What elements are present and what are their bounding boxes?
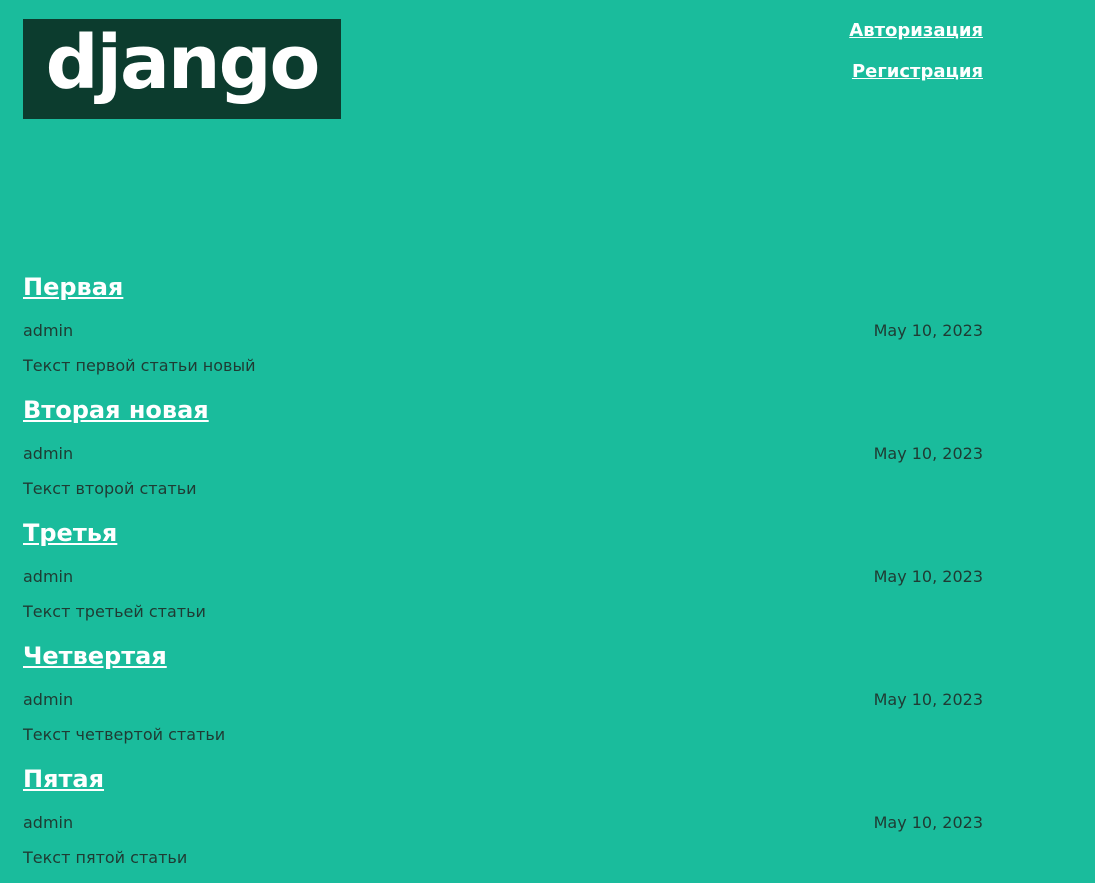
post-title-link[interactable]: Первая (23, 268, 123, 306)
post-date: May 10, 2023 (873, 813, 983, 832)
post-author: admin (23, 813, 74, 832)
post-item: Третья admin May 10, 2023 Текст третьей … (23, 514, 983, 637)
post-title-link[interactable]: Вторая новая (23, 391, 209, 429)
post-text: Текст второй статьи (23, 479, 197, 498)
post-author: admin (23, 690, 74, 709)
post-title-link[interactable]: Четвертая (23, 637, 167, 675)
post-meta: admin May 10, 2023 (23, 689, 983, 711)
post-text: Текст первой статьи новый (23, 356, 256, 375)
post-date: May 10, 2023 (873, 444, 983, 463)
post-list: Первая admin May 10, 2023 Текст первой с… (23, 268, 983, 883)
post-title-link[interactable]: Третья (23, 514, 117, 552)
post-date: May 10, 2023 (873, 567, 983, 586)
post-author: admin (23, 567, 74, 586)
post-author: admin (23, 444, 74, 463)
logo-text: django (45, 20, 321, 106)
post-item: Пятая admin May 10, 2023 Текст пятой ста… (23, 760, 983, 883)
post-item: Четвертая admin May 10, 2023 Текст четве… (23, 637, 983, 760)
post-title-link[interactable]: Пятая (23, 760, 104, 798)
post-item: Первая admin May 10, 2023 Текст первой с… (23, 268, 983, 391)
auth-nav: Авторизация Регистрация (849, 18, 983, 100)
post-date: May 10, 2023 (873, 321, 983, 340)
post-text: Текст четвертой статьи (23, 725, 226, 744)
login-link[interactable]: Авторизация (849, 18, 983, 44)
post-text: Текст третьей статьи (23, 602, 206, 621)
post-author: admin (23, 321, 74, 340)
post-text: Текст пятой статьи (23, 848, 188, 867)
post-item: Вторая новая admin May 10, 2023 Текст вт… (23, 391, 983, 514)
django-logo[interactable]: django (23, 19, 341, 119)
post-meta: admin May 10, 2023 (23, 320, 983, 342)
register-link[interactable]: Регистрация (849, 59, 983, 85)
post-date: May 10, 2023 (873, 690, 983, 709)
post-meta: admin May 10, 2023 (23, 812, 983, 834)
post-meta: admin May 10, 2023 (23, 443, 983, 465)
post-meta: admin May 10, 2023 (23, 566, 983, 588)
